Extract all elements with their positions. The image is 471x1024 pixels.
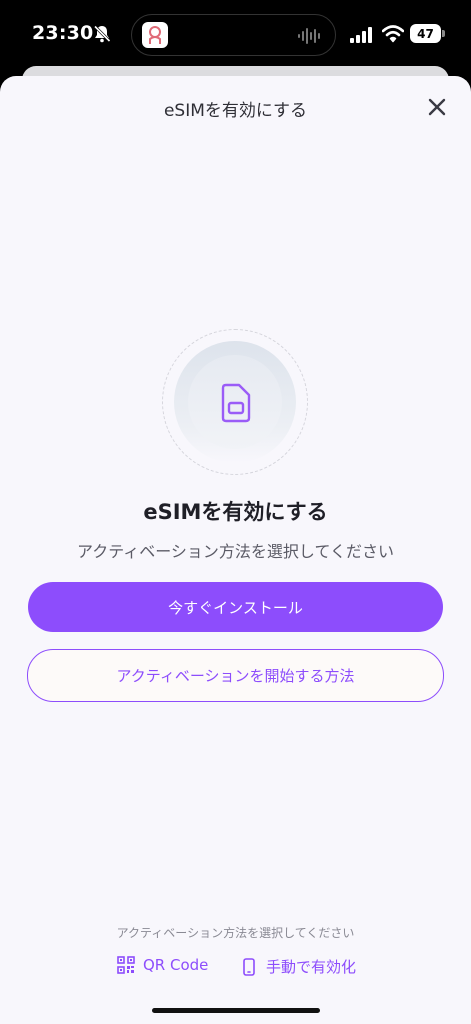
close-icon[interactable] <box>424 94 450 120</box>
battery-icon: 47 <box>410 24 441 43</box>
footer-note: アクティベーション方法を選択してください <box>116 926 355 940</box>
home-indicator[interactable] <box>152 1008 320 1013</box>
qr-code-icon <box>117 956 135 974</box>
app-activity-icon <box>142 22 168 48</box>
how-to-activate-button[interactable]: アクティベーションを開始する方法 <box>27 649 444 702</box>
activation-sheet: eSIMを有効にする eSIMを有効にする アクティベーション方法を選択してくだ… <box>0 76 471 1024</box>
qr-code-label: QR Code <box>143 956 209 974</box>
audio-wave-icon <box>298 28 320 44</box>
qr-code-link[interactable]: QR Code <box>117 956 208 974</box>
bell-slash-icon <box>93 25 111 43</box>
phone-icon <box>243 957 255 976</box>
footer-links: QR Code 手動で有効化 <box>0 956 471 980</box>
sim-card-icon <box>221 383 251 423</box>
sheet-header-title: eSIMを有効にする <box>163 101 308 121</box>
main-title: eSIMを有効にする <box>143 500 328 524</box>
wifi-icon <box>382 25 404 43</box>
manual-activation-label: 手動で有効化 <box>266 958 357 976</box>
battery-level: 47 <box>417 26 434 41</box>
dynamic-island[interactable] <box>131 14 336 56</box>
status-time: 23:30 <box>32 22 94 44</box>
subtitle: アクティベーション方法を選択してください <box>77 542 394 561</box>
manual-activation-link[interactable]: 手動で有効化 <box>240 956 356 977</box>
install-now-button[interactable]: 今すぐインストール <box>28 582 443 632</box>
status-bar: 23:30 47 <box>0 0 471 70</box>
screen: 23:30 47 eSIMを有効にする eSIMを有効にする アクティベーション… <box>0 0 471 1024</box>
battery-tip <box>442 30 445 37</box>
signal-icon <box>350 27 372 43</box>
esim-illustration <box>162 329 308 475</box>
